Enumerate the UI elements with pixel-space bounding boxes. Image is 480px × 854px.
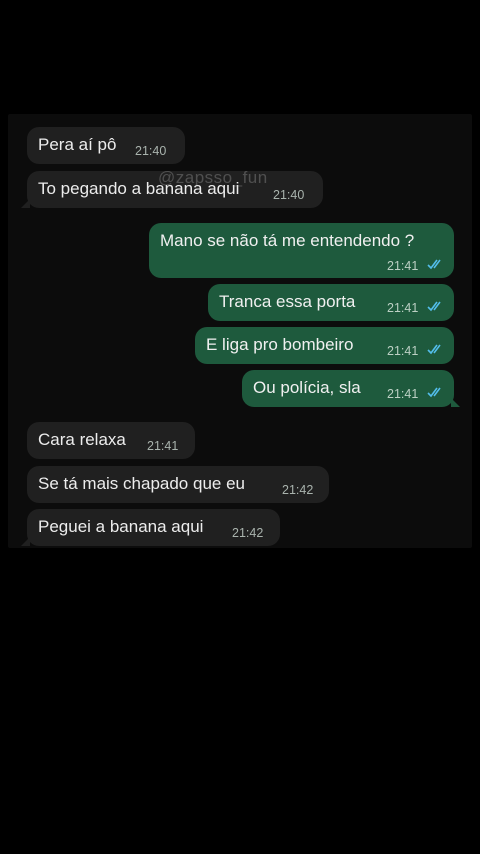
screen: Pera aí pô 21:40 To pegando a banana aqu… bbox=[0, 0, 480, 854]
message-bubble-outgoing[interactable]: Tranca essa porta 21:41 bbox=[208, 284, 454, 321]
message-text: Tranca essa porta bbox=[219, 292, 356, 311]
message-time: 21:41 bbox=[387, 259, 419, 273]
message-time: 21:42 bbox=[232, 526, 264, 540]
message-time: 21:41 bbox=[147, 439, 179, 453]
message-time: 21:41 bbox=[387, 387, 419, 401]
message-bubble-outgoing[interactable]: E liga pro bombeiro 21:41 bbox=[195, 327, 454, 364]
message-text: Se tá mais chapado que eu bbox=[38, 474, 245, 493]
message-bubble-incoming[interactable]: Pera aí pô 21:40 bbox=[27, 127, 185, 164]
read-double-check-icon bbox=[427, 344, 441, 355]
message-time: 21:42 bbox=[282, 483, 314, 497]
message-time: 21:40 bbox=[135, 144, 167, 158]
message-time: 21:41 bbox=[387, 344, 419, 358]
message-time: 21:40 bbox=[273, 188, 305, 202]
watermark: @zapsso_fun bbox=[158, 168, 268, 187]
message-text: Ou polícia, sla bbox=[253, 378, 361, 397]
message-bubble-outgoing[interactable]: Mano se não tá me entendendo ? 21:41 bbox=[149, 223, 454, 278]
message-bubble-incoming[interactable]: Cara relaxa 21:41 bbox=[27, 422, 195, 459]
message-bubble-outgoing[interactable]: Ou polícia, sla 21:41 bbox=[242, 370, 460, 407]
message-text: Peguei a banana aqui bbox=[38, 517, 204, 536]
message-bubble-incoming[interactable]: Peguei a banana aqui 21:42 bbox=[21, 509, 280, 546]
message-text: E liga pro bombeiro bbox=[206, 335, 354, 354]
message-text: Pera aí pô bbox=[38, 135, 117, 154]
message-time: 21:41 bbox=[387, 301, 419, 315]
read-double-check-icon bbox=[427, 301, 441, 312]
read-double-check-icon bbox=[427, 259, 441, 270]
message-text: Mano se não tá me entendendo ? bbox=[160, 231, 415, 250]
message-bubble-incoming[interactable]: Se tá mais chapado que eu 21:42 bbox=[27, 466, 329, 503]
read-double-check-icon bbox=[427, 387, 441, 398]
message-text: Cara relaxa bbox=[38, 430, 126, 449]
